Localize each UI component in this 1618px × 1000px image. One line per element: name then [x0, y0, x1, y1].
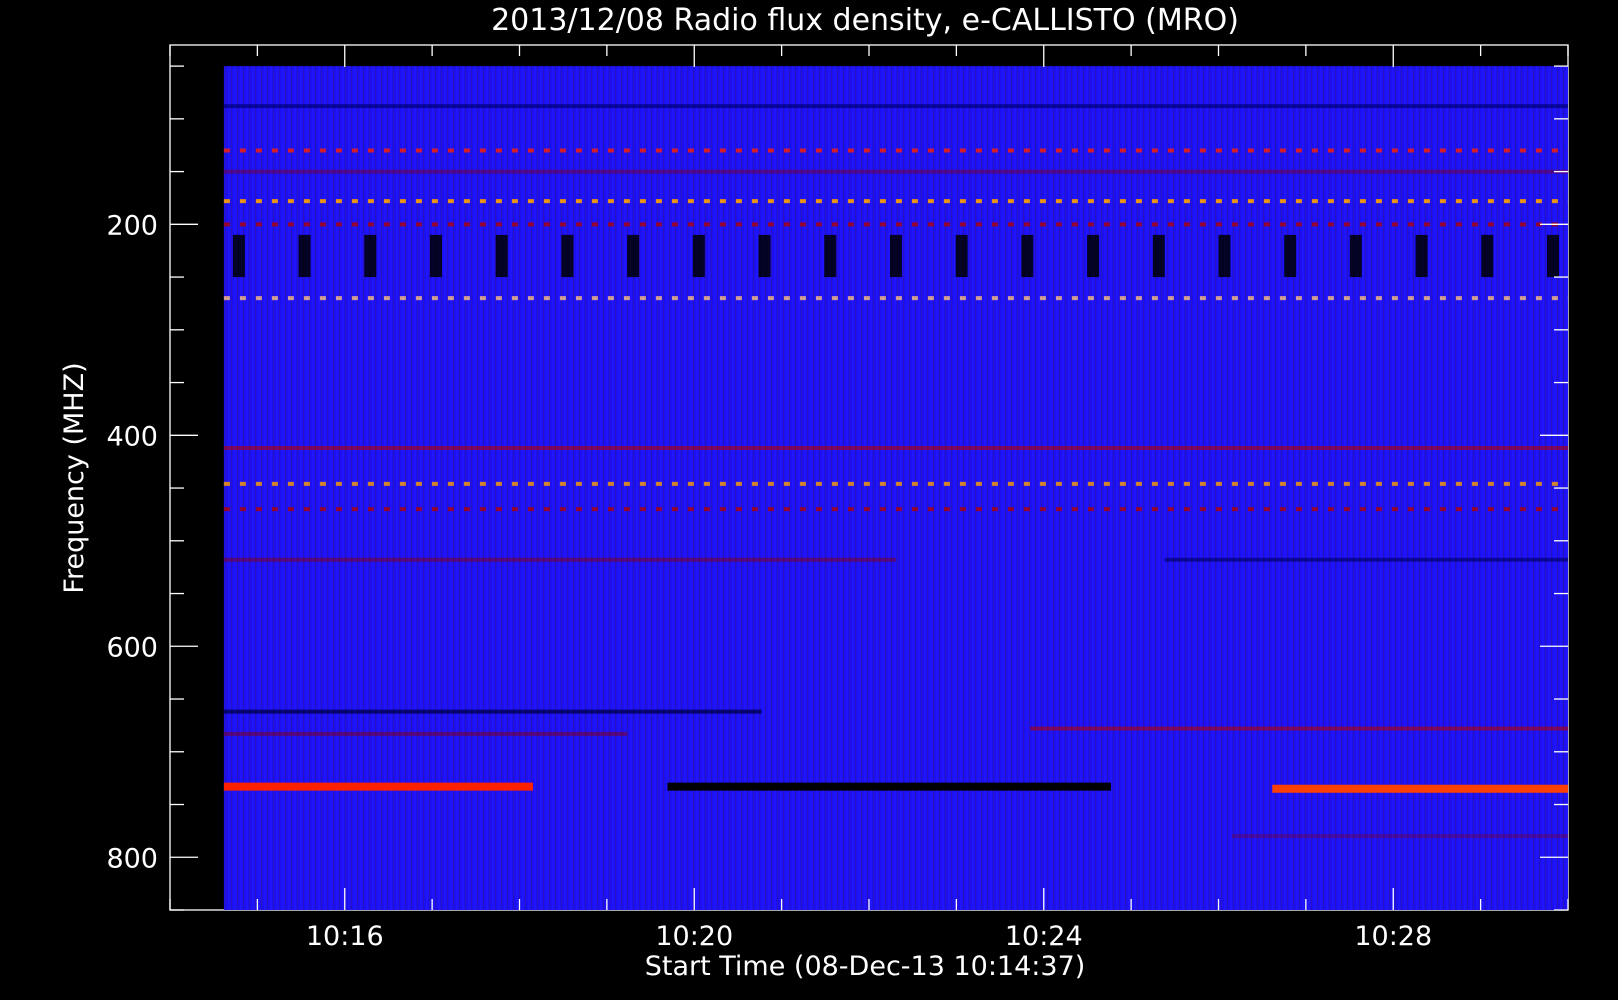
dark-burst [429, 234, 442, 278]
y-axis-label: Frequency (MHZ) [59, 362, 90, 593]
x-tick-label: 10:20 [655, 921, 733, 952]
dark-burst [1218, 234, 1231, 278]
dark-burst [298, 234, 311, 278]
x-tick-label: 10:16 [306, 921, 384, 952]
y-tick-label: 800 [106, 843, 158, 874]
dark-burst [1481, 234, 1494, 278]
dark-burst [561, 234, 574, 278]
dark-burst [495, 234, 508, 278]
dark-burst [955, 234, 968, 278]
dark-burst [824, 234, 837, 278]
dark-burst [1415, 234, 1428, 278]
dark-burst [1087, 234, 1100, 278]
dark-burst [1284, 234, 1297, 278]
dark-burst [1547, 234, 1559, 278]
dark-burst [1349, 234, 1362, 278]
dark-burst [889, 234, 902, 278]
dark-burst [1152, 234, 1165, 278]
dark-burst [627, 234, 640, 278]
dark-burst [232, 234, 245, 278]
x-axis-label: Start Time (08-Dec-13 10:14:37) [645, 951, 1086, 982]
spectrogram-chart: 2013/12/08 Radio flux density, e-CALLIST… [59, 3, 1569, 982]
dark-burst [1021, 234, 1034, 278]
heatmap-area [223, 66, 1569, 911]
chart-title: 2013/12/08 Radio flux density, e-CALLIST… [491, 3, 1239, 38]
dark-burst [692, 234, 705, 278]
y-tick-label: 200 [106, 210, 158, 241]
x-tick-label: 10:28 [1354, 921, 1432, 952]
y-tick-label: 600 [106, 632, 158, 663]
dark-burst [758, 234, 771, 278]
y-tick-label: 400 [106, 421, 158, 452]
dark-burst [364, 234, 377, 278]
x-tick-label: 10:24 [1005, 921, 1083, 952]
